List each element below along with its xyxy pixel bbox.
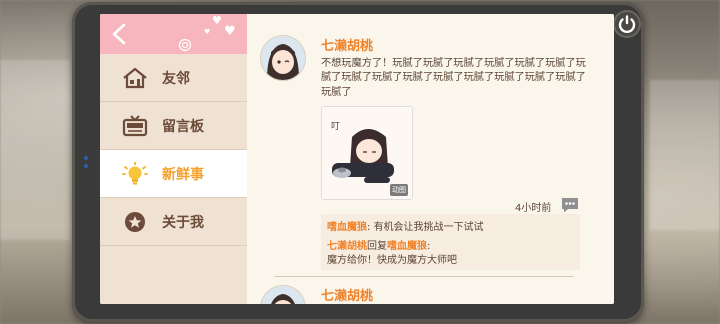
post-text: 不想玩魔方了！玩腻了玩腻了玩腻了玩腻了玩腻了玩腻了玩腻了玩腻了玩腻了玩腻了玩腻了…: [321, 58, 586, 98]
tablet-camera-dot: [84, 156, 88, 160]
post-image[interactable]: 叮 动图: [321, 106, 413, 200]
sidebar-item-label: 友邻: [162, 71, 190, 87]
power-button[interactable]: [613, 10, 641, 38]
radio-icon: [122, 115, 148, 137]
news-feed: 七濑胡桃 不想玩魔方了！玩腻了玩腻了玩腻了玩腻了玩腻了玩腻了玩腻了玩腻了玩腻了玩…: [247, 14, 614, 304]
sidebar: ♥ ♥ ♥ 友邻 留言板 新鲜事 关于我: [100, 14, 247, 304]
tablet-camera-dot: [84, 164, 88, 168]
power-icon: [618, 15, 636, 34]
sidebar-item-neighbors[interactable]: 友邻: [100, 54, 247, 102]
sidebar-item-message-board[interactable]: 留言板: [100, 102, 247, 150]
swirl-decoration-icon: [178, 38, 192, 52]
star-badge-icon: [125, 212, 145, 232]
sidebar-item-label: 新鲜事: [162, 167, 204, 183]
comment-text: 魔方给你！快成为魔方大师吧: [327, 255, 457, 266]
house-icon: [123, 67, 147, 89]
comment-item[interactable]: 七濑胡桃回复嗜血魔狼:: [327, 237, 430, 252]
sidebar-item-label: 留言板: [162, 119, 204, 135]
comment-icon[interactable]: [560, 196, 580, 214]
avatar[interactable]: [261, 36, 305, 80]
post-author-name[interactable]: 七濑胡桃: [321, 285, 373, 304]
sidebar-item-label: 关于我: [162, 215, 204, 231]
comment-text: 有机会让我挑战一下试试: [373, 222, 484, 233]
heart-decoration-icon: ♥: [212, 14, 222, 27]
back-chevron-icon[interactable]: [110, 23, 130, 45]
post-divider: [274, 276, 574, 277]
sidebar-header: ♥ ♥ ♥: [100, 14, 247, 54]
post-timestamp: 4小时前: [515, 203, 552, 214]
tablet-screen: ♥ ♥ ♥ 友邻 留言板 新鲜事 关于我 七濑胡桃 不想玩魔方了！玩腻了玩腻了玩…: [100, 14, 614, 304]
heart-decoration-icon: ♥: [224, 24, 236, 39]
lightbulb-icon: [122, 162, 148, 185]
post-author-name[interactable]: 七濑胡桃: [321, 35, 373, 54]
comment-item[interactable]: 嗜血魔狼: 有机会让我挑战一下试试: [327, 218, 484, 233]
avatar[interactable]: [261, 286, 305, 304]
sidebar-item-news[interactable]: 新鲜事: [100, 150, 247, 198]
sidebar-item-about-me[interactable]: 关于我: [100, 198, 247, 246]
avatar-portrait-icon: [261, 36, 305, 80]
comment-author[interactable]: 嗜血魔狼: [327, 222, 367, 233]
image-sound-text: 叮: [331, 122, 341, 132]
avatar-portrait-icon: [261, 286, 305, 304]
heart-decoration-icon: ♥: [204, 28, 211, 36]
comments-section: 嗜血魔狼: 有机会让我挑战一下试试 七濑胡桃回复嗜血魔狼: 魔方给你！快成为魔方…: [321, 214, 580, 270]
gif-badge: 动图: [390, 184, 408, 196]
